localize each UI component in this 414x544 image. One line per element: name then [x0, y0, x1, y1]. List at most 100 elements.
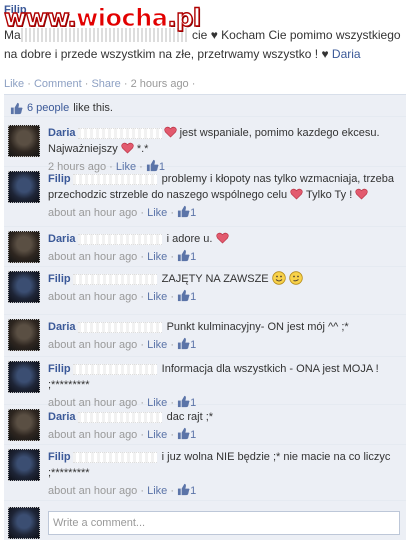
post-share-link[interactable]: Share [91, 78, 120, 90]
comment-body: Daria i adore u. about an hour ago · Lik… [48, 231, 400, 265]
post-time: 2 hours ago [130, 78, 189, 90]
avatar[interactable] [8, 171, 40, 203]
heart-icon [355, 188, 368, 200]
write-comment-row: Write a comment... [4, 505, 406, 541]
comment-text-tail: Tylko Ty ! [303, 189, 353, 201]
watermark-name: wiocha [76, 4, 169, 32]
avatar[interactable] [8, 125, 40, 157]
feedback-section: 6 people like this. Daria jest wspaniale… [4, 94, 406, 540]
thumbs-up-icon [177, 427, 190, 440]
comment-like-link[interactable]: Like [147, 291, 167, 303]
comment-author[interactable]: Filip [48, 363, 71, 375]
comment-author[interactable]: Daria [48, 411, 76, 423]
comment-author[interactable]: Filip [48, 273, 71, 285]
thumbs-up-icon [177, 249, 190, 262]
thumbs-up-icon [10, 102, 23, 114]
comment-like-count[interactable]: 1 [190, 339, 196, 351]
blurred-surname [77, 233, 162, 245]
smiley-icon [272, 271, 286, 285]
likes-suffix: like this. [73, 102, 113, 114]
likes-row: 6 people like this. [4, 95, 406, 117]
heart-emoticon [118, 142, 134, 155]
comment-text: ZAJĘTY NA ZAWSZE [161, 273, 269, 285]
comment-like-link[interactable]: Like [147, 207, 167, 219]
avatar[interactable] [8, 409, 40, 441]
heart-icon [121, 142, 134, 154]
comment-meta: about an hour ago · Like · 1 [48, 337, 197, 351]
separator: · [188, 78, 196, 90]
avatar[interactable] [8, 319, 40, 351]
comment-author[interactable]: Daria [48, 233, 76, 245]
comment-body: Daria dac rajt ;* about an hour ago · Lik… [48, 409, 400, 443]
post-actions: Like · Comment · Share · 2 hours ago · [4, 78, 195, 90]
comment-time: about an hour ago [48, 207, 138, 219]
blurred-surname [72, 363, 157, 375]
comment-like-count[interactable]: 1 [190, 291, 196, 303]
avatar[interactable] [8, 361, 40, 393]
blurred-surname [77, 411, 162, 423]
comment-item: Filip ZAJĘTY NA ZAWSZE about an hour ago… [4, 267, 406, 315]
comment-text: i adore u. [166, 233, 213, 245]
heart-emoticon [352, 188, 368, 201]
comment-time: about an hour ago [48, 485, 138, 497]
comment-like-count[interactable]: 1 [190, 251, 196, 263]
thumbs-up-icon [177, 289, 190, 302]
comment-author[interactable]: Daria [48, 321, 76, 333]
watermark-prefix: www. [3, 4, 77, 32]
heart-icon [215, 232, 229, 244]
comment-like-count[interactable]: 1 [190, 429, 196, 441]
comment-author[interactable]: Filip [48, 451, 71, 463]
comment-item: Daria i adore u. about an hour ago · Lik… [4, 227, 406, 267]
blurred-surname [72, 273, 157, 285]
comment-like-count[interactable]: 1 [190, 207, 196, 219]
thumbs-up-icon [177, 205, 190, 218]
comment-body: Daria Punkt kulminacyjny- ON jest mój ^^… [48, 319, 400, 353]
comment-body: Filip problemy i kłopoty nas tylko wzmac… [48, 171, 400, 221]
blurred-surname [72, 173, 157, 185]
comment-meta: about an hour ago · Like · 1 [48, 483, 197, 497]
watermark-logo: www.wiocha.pl [3, 4, 202, 32]
likes-count-link[interactable]: 6 people [27, 102, 69, 114]
blurred-surname [72, 451, 157, 463]
watermark-suffix: .pl [167, 4, 202, 32]
comment-author[interactable]: Daria [48, 127, 76, 139]
avatar[interactable] [8, 231, 40, 263]
comment-item: Filip problemy i kłopoty nas tylko wzmac… [4, 167, 406, 227]
comment-text-tail: *.* [133, 143, 149, 155]
comment-meta: about an hour ago · Like · 1 [48, 427, 197, 441]
heart-emoticon [163, 126, 177, 139]
post-tag-link[interactable]: Daria [332, 47, 361, 61]
post-comment-link[interactable]: Comment [34, 78, 82, 90]
comment-text: Punkt kulminacyjny- ON jest mój ^^ ;* [166, 321, 349, 333]
comment-like-link[interactable]: Like [147, 251, 167, 263]
comment-item: Filip i juz wolna NIE będzie ;* nie maci… [4, 445, 406, 501]
comment-text: dac rajt ;* [166, 411, 214, 423]
smiley-emoticons [269, 271, 303, 285]
heart-emoticon [287, 188, 303, 201]
comment-like-link[interactable]: Like [147, 339, 167, 351]
comment-item: Daria jest wspaniale, pomimo kazdego ekc… [4, 121, 406, 173]
comment-item: Daria dac rajt ;* about an hour ago · Lik… [4, 405, 406, 445]
heart-icon [290, 188, 303, 200]
comment-body: Filip ZAJĘTY NA ZAWSZE about an hour ago… [48, 271, 400, 305]
separator: · [81, 78, 92, 90]
heart-icon [163, 126, 177, 138]
comment-time: about an hour ago [48, 251, 138, 263]
comment-time: about an hour ago [48, 339, 138, 351]
avatar[interactable] [8, 449, 40, 481]
comment-item: Filip Informacja dla wszystkich - ONA je… [4, 357, 406, 409]
separator: · [24, 78, 34, 90]
comment-like-link[interactable]: Like [147, 429, 167, 441]
blurred-surname [77, 127, 162, 139]
comment-like-link[interactable]: Like [147, 485, 167, 497]
avatar[interactable] [8, 271, 40, 303]
heart-emoticon [212, 232, 229, 245]
comment-author[interactable]: Filip [48, 173, 71, 185]
avatar [8, 507, 40, 539]
comment-like-count[interactable]: 1 [190, 485, 196, 497]
thumbs-up-icon [177, 337, 190, 350]
comment-meta: about an hour ago · Like · 1 [48, 205, 197, 219]
comment-body: Filip Informacja dla wszystkich - ONA je… [48, 361, 400, 411]
write-comment-input[interactable]: Write a comment... [48, 511, 400, 535]
post-like-link[interactable]: Like [4, 78, 24, 90]
